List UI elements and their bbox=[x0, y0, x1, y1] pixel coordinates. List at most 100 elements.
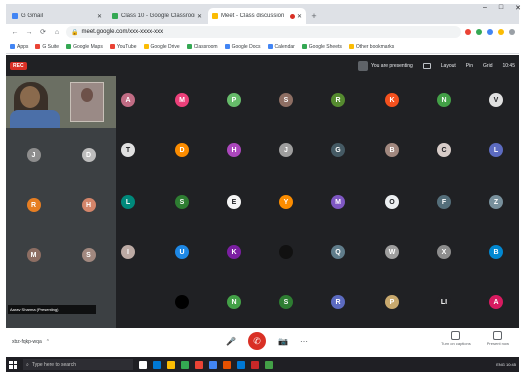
captions-button[interactable]: Turn on captions bbox=[441, 331, 471, 346]
participant-tile[interactable]: V bbox=[471, 75, 521, 125]
microphone-icon[interactable]: 🎤 bbox=[226, 337, 236, 346]
participant-tile[interactable]: C bbox=[419, 125, 469, 175]
bookmark-item[interactable]: YouTube bbox=[109, 44, 137, 50]
minimize-button[interactable]: – bbox=[483, 4, 487, 12]
home-button[interactable]: ⌂ bbox=[52, 29, 62, 36]
bookmark-item[interactable]: Google Sheets bbox=[301, 44, 342, 50]
taskbar-app-icon[interactable] bbox=[181, 360, 189, 369]
participant-tile[interactable]: K bbox=[209, 227, 259, 277]
participant-tile[interactable]: S bbox=[157, 177, 207, 227]
taskbar-app-icon[interactable] bbox=[209, 360, 217, 369]
participant-tile[interactable]: LI bbox=[419, 277, 469, 327]
reload-button[interactable]: ⟳ bbox=[38, 28, 48, 36]
back-button[interactable]: ← bbox=[10, 29, 20, 36]
presenter-video-tile[interactable] bbox=[6, 76, 116, 128]
bookmark-item[interactable]: G Suite bbox=[35, 44, 59, 50]
bookmark-item[interactable]: Google Maps bbox=[66, 44, 103, 50]
bookmark-item[interactable]: Other bookmarks bbox=[348, 44, 394, 50]
windows-start-icon[interactable] bbox=[9, 360, 17, 369]
system-tray[interactable]: ENG 10:45 bbox=[496, 362, 516, 367]
taskbar-app-icon[interactable] bbox=[153, 360, 161, 369]
meeting-details[interactable]: xbz-fqkp-wqa ⌃ bbox=[12, 339, 50, 345]
participant-tile[interactable]: E bbox=[209, 177, 259, 227]
forward-button[interactable]: → bbox=[24, 29, 34, 36]
layout-label[interactable]: Layout bbox=[441, 63, 456, 69]
participant-tile[interactable]: U bbox=[157, 227, 207, 277]
participant-tile[interactable]: D bbox=[157, 125, 207, 175]
presenter-chip[interactable]: You are presenting bbox=[357, 60, 413, 71]
extension-icon[interactable] bbox=[498, 29, 504, 35]
participant-tile[interactable]: B bbox=[471, 227, 521, 277]
new-tab-button[interactable]: + bbox=[308, 8, 320, 24]
layout-icon[interactable] bbox=[422, 62, 431, 69]
close-window-button[interactable]: ✕ bbox=[515, 4, 521, 12]
participant-tile[interactable]: R bbox=[313, 277, 363, 327]
participant-tile[interactable] bbox=[157, 277, 207, 327]
taskbar-app-icon[interactable] bbox=[139, 360, 147, 369]
participant-tile[interactable]: J bbox=[261, 125, 311, 175]
participant-tile[interactable]: O bbox=[367, 177, 417, 227]
participant-tile[interactable]: T bbox=[103, 125, 153, 175]
participant-tile[interactable]: H bbox=[209, 125, 259, 175]
present-button[interactable]: Present now bbox=[487, 331, 509, 346]
participant-tile[interactable]: G bbox=[313, 125, 363, 175]
tab-classroom[interactable]: Class 10 - Google Classroom ✕ bbox=[108, 8, 206, 24]
close-icon[interactable]: ✕ bbox=[297, 13, 302, 20]
participant-tile[interactable]: A bbox=[471, 277, 521, 327]
participant-tile[interactable]: P bbox=[209, 75, 259, 125]
grid-label[interactable]: Grid bbox=[483, 63, 492, 69]
close-icon[interactable]: ✕ bbox=[97, 13, 102, 20]
participant-tile[interactable]: A bbox=[103, 75, 153, 125]
taskbar-app-icon[interactable] bbox=[237, 360, 245, 369]
more-options-icon[interactable]: ⋯ bbox=[300, 337, 308, 346]
participant-tile[interactable] bbox=[261, 227, 311, 277]
participant-tile[interactable]: S bbox=[261, 277, 311, 327]
participant-tile[interactable]: N bbox=[209, 277, 259, 327]
tab-meet[interactable]: Meet - Class discussion ✕ bbox=[208, 8, 306, 24]
extension-icon[interactable] bbox=[476, 29, 482, 35]
pin-label[interactable]: Pin bbox=[466, 63, 473, 69]
taskbar-app-icon[interactable] bbox=[223, 360, 231, 369]
bookmark-item[interactable]: Google Docs bbox=[224, 44, 261, 50]
bookmark-item[interactable]: Google Drive bbox=[143, 44, 180, 50]
close-icon[interactable]: ✕ bbox=[197, 13, 202, 20]
participant-tile[interactable]: M bbox=[157, 75, 207, 125]
maximize-button[interactable]: □ bbox=[499, 4, 503, 12]
participant-tile[interactable]: R bbox=[313, 75, 363, 125]
participant-tile[interactable]: N bbox=[419, 75, 469, 125]
bookmark-item[interactable]: Apps bbox=[10, 44, 28, 50]
taskbar-app-icon[interactable] bbox=[195, 360, 203, 369]
profile-avatar[interactable] bbox=[509, 29, 515, 35]
participant-tile[interactable]: I bbox=[103, 227, 153, 277]
taskbar-search-input[interactable]: ⌕ Type here to search bbox=[23, 359, 133, 370]
end-call-button[interactable]: ✆ bbox=[247, 332, 266, 350]
taskbar-app-icon[interactable] bbox=[265, 360, 273, 369]
participant-tile[interactable]: R bbox=[6, 180, 61, 230]
bookmark-icon bbox=[35, 44, 41, 49]
taskbar-app-icon[interactable] bbox=[251, 360, 259, 369]
extension-icon[interactable] bbox=[487, 29, 493, 35]
participant-tile[interactable]: F bbox=[419, 177, 469, 227]
participant-tile[interactable]: M bbox=[6, 230, 61, 280]
participant-tile[interactable]: W bbox=[367, 227, 417, 277]
participant-tile[interactable]: L bbox=[103, 177, 153, 227]
bookmark-item[interactable]: Classroom bbox=[186, 44, 218, 50]
bookmark-item[interactable]: Calendar bbox=[267, 44, 295, 50]
participant-tile[interactable]: Z bbox=[471, 177, 521, 227]
participant-tile[interactable]: Q bbox=[313, 227, 363, 277]
participant-tile[interactable]: S bbox=[261, 75, 311, 125]
participant-tile[interactable]: L bbox=[471, 125, 521, 175]
tab-gmail[interactable]: G Gmail ✕ bbox=[8, 8, 106, 24]
camera-icon[interactable]: 📷 bbox=[278, 337, 288, 346]
extension-icon[interactable] bbox=[465, 29, 471, 35]
participant-tile[interactable]: J bbox=[6, 130, 61, 180]
chevron-up-icon[interactable]: ⌃ bbox=[46, 339, 50, 345]
participant-tile[interactable]: P bbox=[367, 277, 417, 327]
url-input[interactable]: 🔒 meet.google.com/xxx-xxxx-xxx bbox=[66, 26, 461, 38]
participant-tile[interactable]: K bbox=[367, 75, 417, 125]
participant-tile[interactable]: B bbox=[367, 125, 417, 175]
participant-tile[interactable]: X bbox=[419, 227, 469, 277]
taskbar-app-icon[interactable] bbox=[167, 360, 175, 369]
participant-tile[interactable]: Y bbox=[261, 177, 311, 227]
participant-tile[interactable]: M bbox=[313, 177, 363, 227]
